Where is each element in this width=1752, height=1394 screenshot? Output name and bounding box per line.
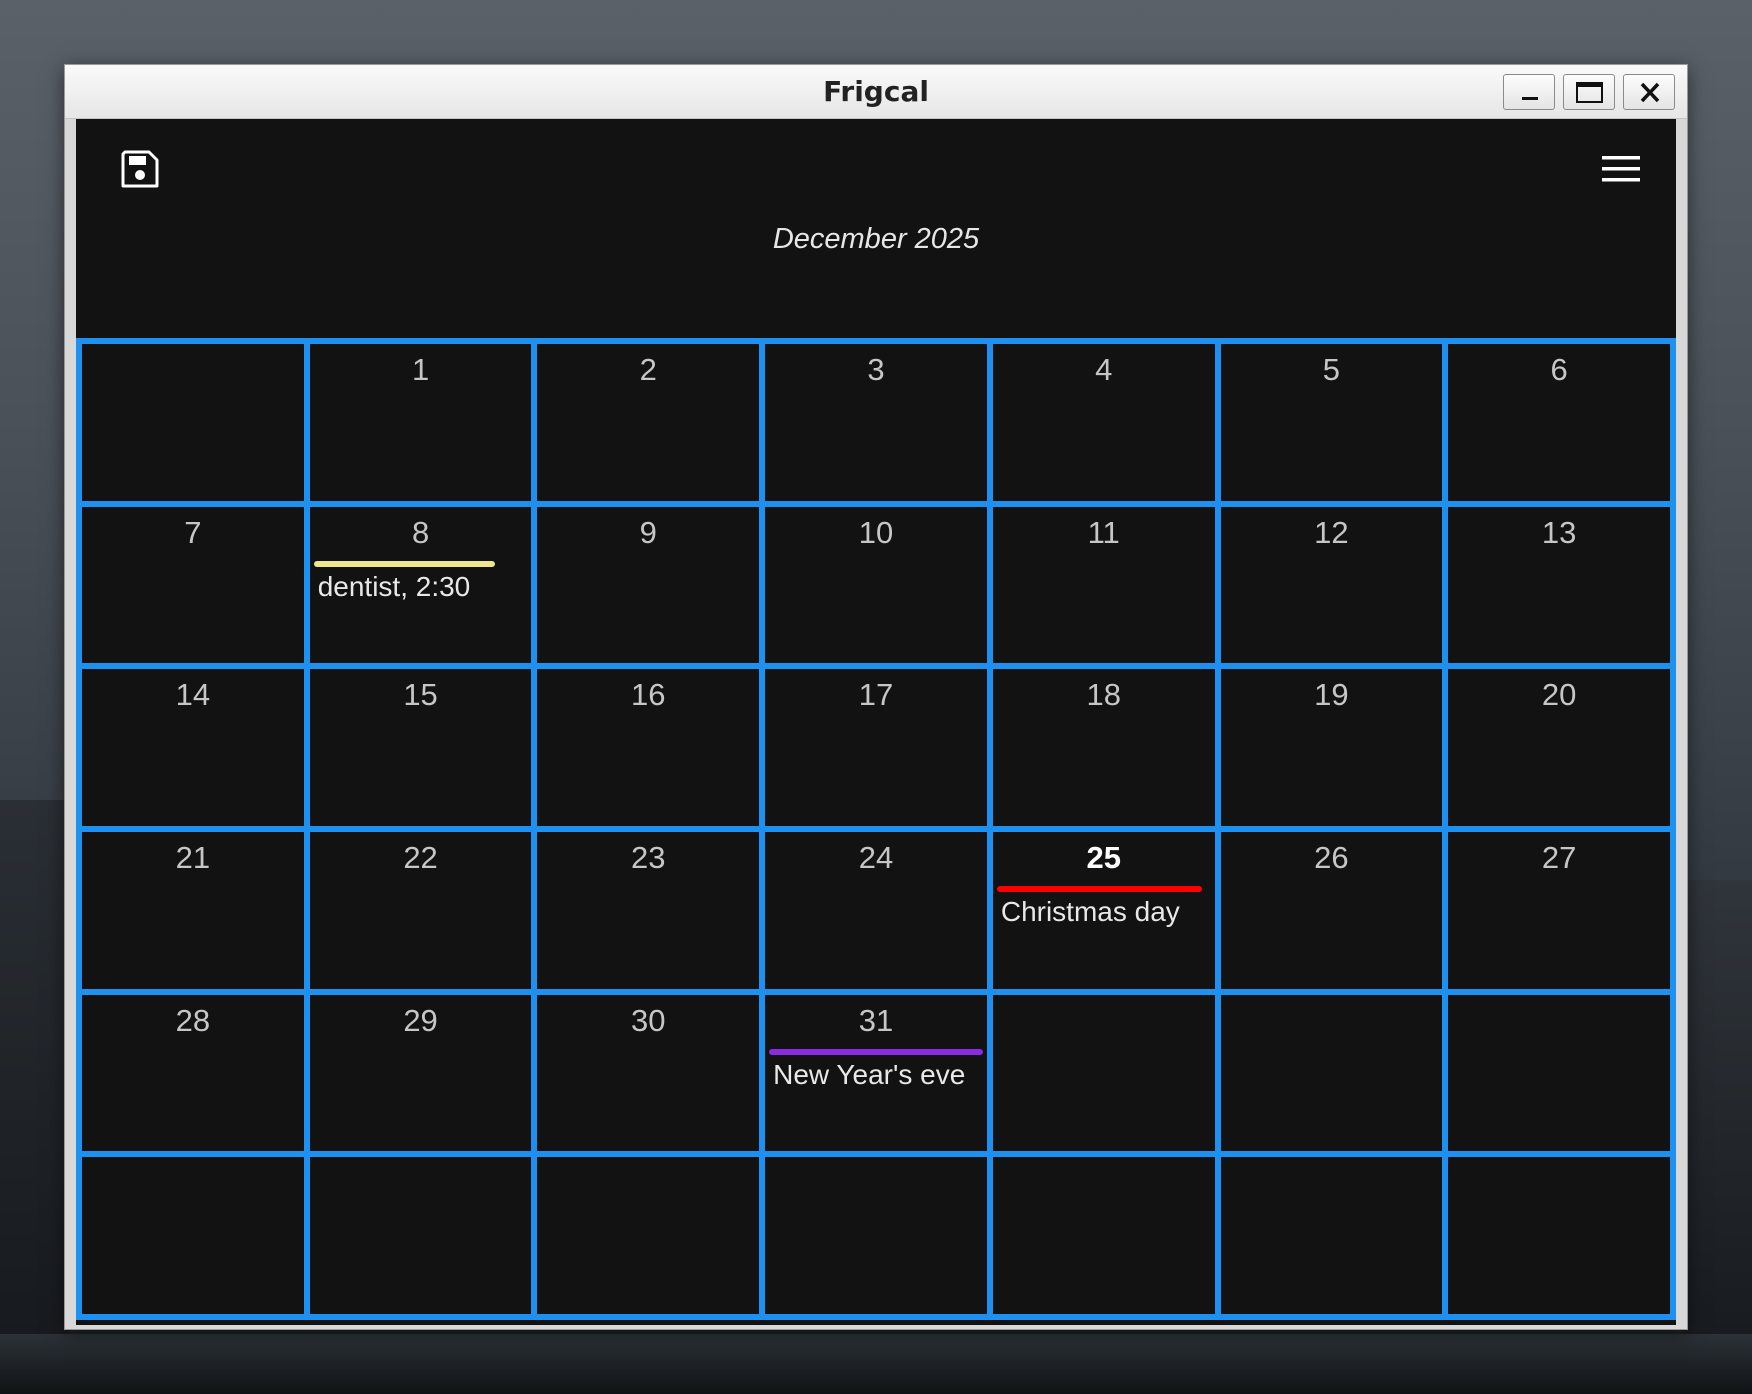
day-cell-29[interactable]: 29 — [309, 994, 532, 1152]
day-number: 30 — [631, 1002, 666, 1038]
day-number: 11 — [1087, 514, 1120, 550]
event-color-bar — [769, 1048, 983, 1055]
day-cell-22[interactable]: 22 — [309, 832, 532, 989]
day-cell-9[interactable]: 9 — [537, 506, 760, 664]
day-cell-20[interactable]: 20 — [1448, 669, 1670, 826]
empty-day-cell[interactable] — [992, 1157, 1215, 1314]
empty-day-cell[interactable] — [1448, 1157, 1670, 1314]
day-cell-18[interactable]: 18 — [992, 669, 1215, 826]
day-cell-27[interactable]: 27 — [1448, 832, 1670, 989]
day-number: 3 — [867, 352, 885, 387]
day-cell-10[interactable]: 10 — [765, 506, 987, 664]
day-number: 9 — [639, 514, 657, 550]
day-cell-11[interactable]: 11 — [992, 506, 1215, 664]
day-cell-4[interactable]: 4 — [992, 344, 1215, 501]
day-cell-13[interactable]: 13 — [1448, 506, 1670, 664]
day-number: 20 — [1541, 677, 1577, 713]
day-number: 16 — [631, 677, 666, 713]
day-cell-14[interactable]: 14 — [82, 669, 304, 826]
close-button[interactable] — [1623, 74, 1675, 110]
event-label: dentist, 2:30 — [317, 570, 471, 602]
day-cell-25[interactable]: 25 Christmas day — [992, 832, 1215, 989]
day-number: 10 — [858, 514, 894, 550]
day-cell-8[interactable]: 8 dentist, 2:30 — [309, 506, 532, 664]
day-number: 13 — [1541, 514, 1577, 550]
calendar-app: December 2025 1 2 3 4 5 6 7 8 dentist, 2:30 9 10 11… — [76, 119, 1676, 1325]
maximize-icon — [1576, 82, 1603, 103]
day-number: 23 — [631, 840, 666, 875]
month-title: December 2025 — [772, 223, 980, 255]
maximize-button[interactable] — [1563, 74, 1615, 110]
day-number: 14 — [175, 677, 211, 713]
event-color-bar — [313, 560, 496, 567]
day-cell-24[interactable]: 24 — [765, 832, 987, 989]
day-cell-16[interactable]: 16 — [537, 669, 760, 826]
calendar-event[interactable]: New Year's eve — [769, 1048, 983, 1091]
day-number: 7 — [184, 514, 202, 550]
day-number: 6 — [1550, 352, 1568, 387]
empty-day-cell[interactable] — [1220, 1157, 1443, 1314]
desktop-background-bottom — [0, 1334, 1752, 1394]
event-color-bar — [996, 886, 1202, 892]
desktop-background-left — [0, 800, 70, 1394]
empty-day-cell[interactable] — [1448, 994, 1670, 1152]
day-cell-28[interactable]: 28 — [82, 994, 304, 1152]
day-number: 1 — [411, 352, 430, 387]
day-number: 2 — [639, 352, 657, 387]
empty-day-cell[interactable] — [992, 994, 1215, 1152]
day-number: 24 — [858, 840, 894, 875]
day-cell-17[interactable]: 17 — [765, 669, 987, 826]
day-number: 17 — [858, 677, 894, 713]
day-number: 4 — [1095, 352, 1113, 387]
day-cell-12[interactable]: 12 — [1220, 506, 1443, 664]
day-cell-31[interactable]: 31 New Year's eve — [765, 994, 987, 1152]
day-number: 19 — [1314, 677, 1349, 713]
day-number: 22 — [403, 840, 438, 875]
desktop-background-right — [1682, 880, 1752, 1394]
app-window: Frigcal December 2025 1 2 3 4 5 6 7 8 de… — [64, 64, 1688, 1330]
day-cell-5[interactable]: 5 — [1220, 344, 1443, 501]
minimize-button[interactable] — [1503, 74, 1555, 110]
day-cell-15[interactable]: 15 — [309, 669, 532, 826]
empty-day-cell[interactable] — [1220, 994, 1443, 1152]
day-cell-1[interactable]: 1 — [309, 344, 532, 501]
day-number: 15 — [403, 677, 438, 713]
empty-day-cell[interactable] — [82, 1157, 304, 1314]
day-number: 26 — [1314, 840, 1349, 875]
empty-day-cell[interactable] — [765, 1157, 987, 1314]
day-number: 5 — [1322, 352, 1341, 387]
day-cell-3[interactable]: 3 — [765, 344, 987, 501]
empty-day-cell[interactable] — [309, 1157, 532, 1314]
day-number: 28 — [175, 1002, 211, 1038]
event-label: Christmas day — [1000, 896, 1180, 927]
event-label: New Year's eve — [773, 1058, 966, 1090]
day-cell-23[interactable]: 23 — [537, 832, 760, 989]
save-icon[interactable] — [120, 149, 160, 189]
day-cell-30[interactable]: 30 — [537, 994, 760, 1152]
day-cell-6[interactable]: 6 — [1448, 344, 1670, 501]
calendar-grid: 1 2 3 4 5 6 7 8 dentist, 2:30 9 10 11 12 13 14 15 16 17 18… — [76, 338, 1676, 1320]
day-number: 27 — [1541, 840, 1577, 875]
day-cell-7[interactable]: 7 — [82, 506, 304, 664]
calendar-event[interactable]: dentist, 2:30 — [313, 560, 528, 603]
close-icon — [1640, 82, 1660, 103]
title-bar[interactable]: Frigcal — [65, 65, 1687, 119]
day-number: 25 — [1086, 840, 1121, 875]
day-number: 12 — [1314, 514, 1349, 550]
day-cell-26[interactable]: 26 — [1220, 832, 1443, 989]
day-number: 8 — [411, 514, 430, 550]
window-title: Frigcal — [823, 75, 929, 108]
day-cell-19[interactable]: 19 — [1220, 669, 1443, 826]
hamburger-menu-icon[interactable] — [1602, 153, 1640, 185]
day-cell-2[interactable]: 2 — [537, 344, 760, 501]
day-number: 21 — [175, 840, 211, 875]
day-number: 18 — [1086, 677, 1121, 713]
empty-day-cell[interactable] — [82, 344, 304, 501]
calendar-event[interactable]: Christmas day — [996, 886, 1211, 928]
day-cell-21[interactable]: 21 — [82, 832, 304, 989]
minimize-icon — [1522, 97, 1538, 100]
empty-day-cell[interactable] — [537, 1157, 760, 1314]
day-number: 29 — [403, 1002, 438, 1038]
day-number: 31 — [858, 1002, 894, 1038]
